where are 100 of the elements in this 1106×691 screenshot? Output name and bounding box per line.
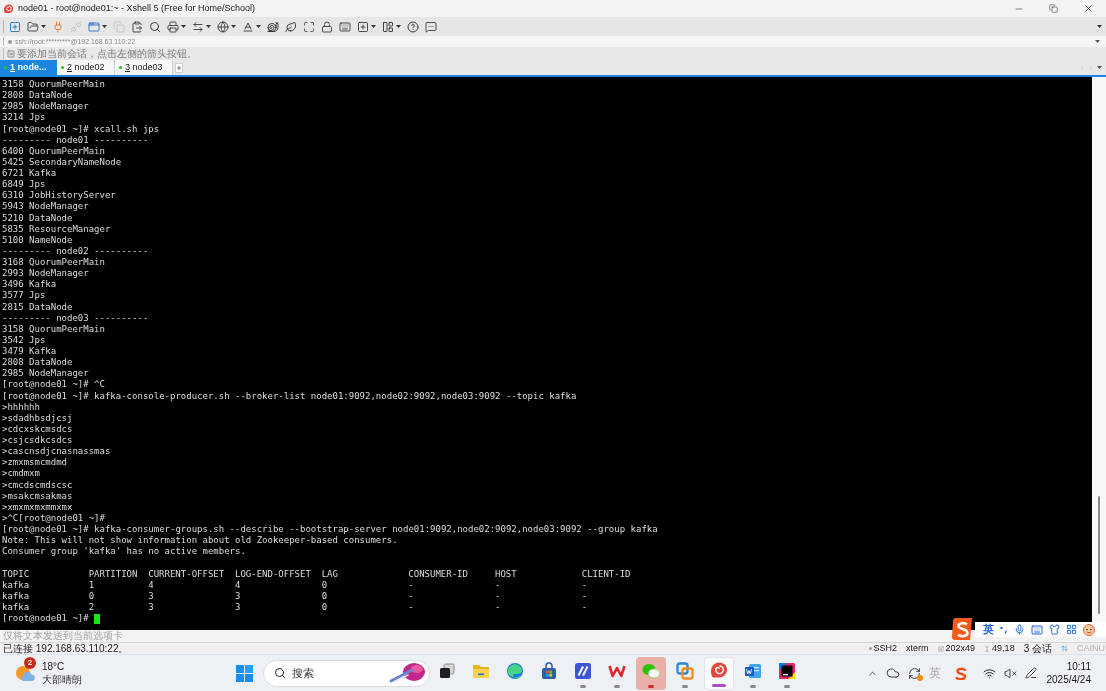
terminal-line: 3542 Jps: [2, 334, 46, 346]
s-logo-icon[interactable]: [950, 617, 975, 642]
address-dropdown-icon: [1095, 40, 1100, 43]
key-state-label: CAINU: [1077, 643, 1105, 654]
arrow-square-icon: [7, 49, 15, 58]
terminal-line: >cdcxskcmsdcs: [2, 423, 73, 435]
muted-speaker-icon[interactable]: [1003, 666, 1017, 680]
caret-down-icon: [256, 25, 261, 28]
shirt-icon[interactable]: [1049, 624, 1060, 635]
caret-down-icon: [102, 25, 107, 28]
text-cursor-icon: [984, 645, 991, 652]
cloud-icon[interactable]: [885, 666, 900, 680]
search-box[interactable]: 搜索: [263, 659, 430, 687]
caret-down-icon: [396, 25, 401, 28]
table-cell: 0: [321, 579, 328, 590]
table-cell: 3: [148, 601, 154, 612]
terminal-line: >cascnsdjcnasnassmas: [2, 446, 111, 458]
toolbar-options-icon: [1097, 25, 1102, 28]
terminal-line: 6721 Kafka: [2, 168, 57, 180]
terminal-line: 2993 NodeManager: [2, 268, 89, 280]
notification-count: 2: [24, 657, 36, 669]
terminal-line: 3158 QuorumPeerMain: [2, 79, 105, 91]
terminal-line: 3214 Jps: [2, 112, 46, 124]
weather-condition: 大部晴朗: [42, 673, 82, 686]
info-text: 要添加当前会话，点击左侧的箭头按钮。: [17, 47, 197, 60]
table-cell: 4: [234, 579, 241, 590]
leaf-icon: [285, 20, 297, 33]
wifi-icon[interactable]: [982, 666, 996, 680]
fullscreen-icon: [303, 20, 315, 33]
toolbar-button[interactable]: [216, 18, 237, 35]
snail-icon: [267, 20, 279, 33]
table-cell: 0: [88, 590, 95, 601]
protocol-label: SSH2: [873, 643, 898, 654]
new-tab-button[interactable]: [175, 62, 183, 73]
terminal-line: 6849 Jps: [2, 179, 46, 191]
layout-icon: [382, 20, 394, 33]
terminal-line: 6400 QuorumPeerMain: [2, 145, 105, 157]
terminal-line: >csjcsdkcsdcs: [2, 435, 73, 447]
keyboard-icon[interactable]: [1031, 623, 1043, 636]
pen-icon[interactable]: [1024, 667, 1037, 679]
plus-square-icon: [357, 20, 369, 33]
terminal-line: 6310 JobHistoryServer: [2, 190, 116, 202]
terminal-line: --------- node03 ----------: [2, 312, 149, 324]
table-cell: kafka: [2, 601, 30, 612]
chat-icon: [425, 20, 437, 33]
tab[interactable]: 1 node...: [0, 60, 57, 75]
tab[interactable]: 2 node02: [57, 60, 115, 75]
terminal-line: 3496 Kafka: [2, 279, 57, 291]
punctuation-icon[interactable]: [1000, 625, 1008, 634]
temperature-label: 18°C: [42, 660, 66, 673]
terminal-line: 2985 NodeManager: [2, 368, 89, 380]
table-cell: -: [408, 601, 414, 612]
clipboard-icon: [131, 20, 143, 33]
sync-icon[interactable]: [907, 666, 921, 680]
ime-mode-label[interactable]: 英: [983, 623, 994, 636]
terminal-line: >sdadhbsdjcsj: [2, 412, 73, 424]
terminal-line: 5835 ResourceManager: [2, 223, 111, 235]
table-header: CLIENT-ID: [581, 568, 631, 579]
globe-icon: [217, 20, 229, 33]
terminal-line: >msakcmsakmas: [2, 490, 73, 502]
table-cell: kafka: [2, 590, 30, 601]
terminal-line: 2815 DataNode: [2, 301, 73, 313]
weather-icon: [14, 663, 36, 683]
toolbar-button[interactable]: [166, 18, 187, 35]
plus-square-icon: [9, 20, 21, 33]
terminal-line: 5425 SecondaryNameNode: [2, 156, 122, 168]
stacked-windows-icon: [437, 660, 457, 681]
microphone-icon[interactable]: [1014, 624, 1025, 635]
cursor-position-label: 49,18: [992, 643, 1015, 654]
terminal-line: 3158 QuorumPeerMain: [2, 323, 105, 335]
toolbar-button[interactable]: [406, 18, 420, 35]
tab[interactable]: 3 node03: [115, 60, 173, 75]
terminal-line: >cmdmxm: [2, 468, 40, 480]
clock-date[interactable]: 2025/4/24: [1046, 673, 1091, 686]
terminal-line: 2985 NodeManager: [2, 101, 89, 113]
search-field[interactable]: 搜索: [292, 665, 382, 681]
terminal-line: --------- node01 ----------: [2, 134, 149, 146]
connection-status: 已连接 192.168.63.110:22。: [2, 643, 129, 654]
terminal-line: [root@node01 ~]# xcall.sh jps: [2, 123, 160, 135]
toolbar-button[interactable]: [320, 18, 334, 35]
smiley-face-icon[interactable]: [1083, 623, 1095, 636]
terminal-size-label: 202x49: [945, 643, 976, 654]
terminal-type-label: xterm: [906, 643, 929, 654]
table-cell: -: [495, 601, 501, 612]
table-cell: 3: [234, 590, 241, 601]
clock-time[interactable]: 10:11: [1066, 660, 1091, 673]
compose-field[interactable]: 仅将文本发送到当前选项卡: [3, 630, 303, 642]
terminal-line: >cmcdscmdscsc: [2, 479, 73, 491]
caret-down-icon: [371, 25, 376, 28]
table-cell: 2: [88, 601, 95, 612]
table-cell: -: [581, 590, 588, 601]
spiral-logo-icon: [3, 3, 14, 14]
illustration-icon: [388, 662, 426, 684]
restore-icon: [1049, 4, 1058, 13]
terminal-line: >xmxmxmxmmxmx: [2, 501, 73, 513]
grid-icon[interactable]: [1066, 624, 1077, 635]
caret-down-icon: [41, 25, 46, 28]
table-cell: 0: [321, 601, 328, 612]
table-cell: -: [581, 601, 588, 612]
plus-icon: [177, 65, 181, 70]
